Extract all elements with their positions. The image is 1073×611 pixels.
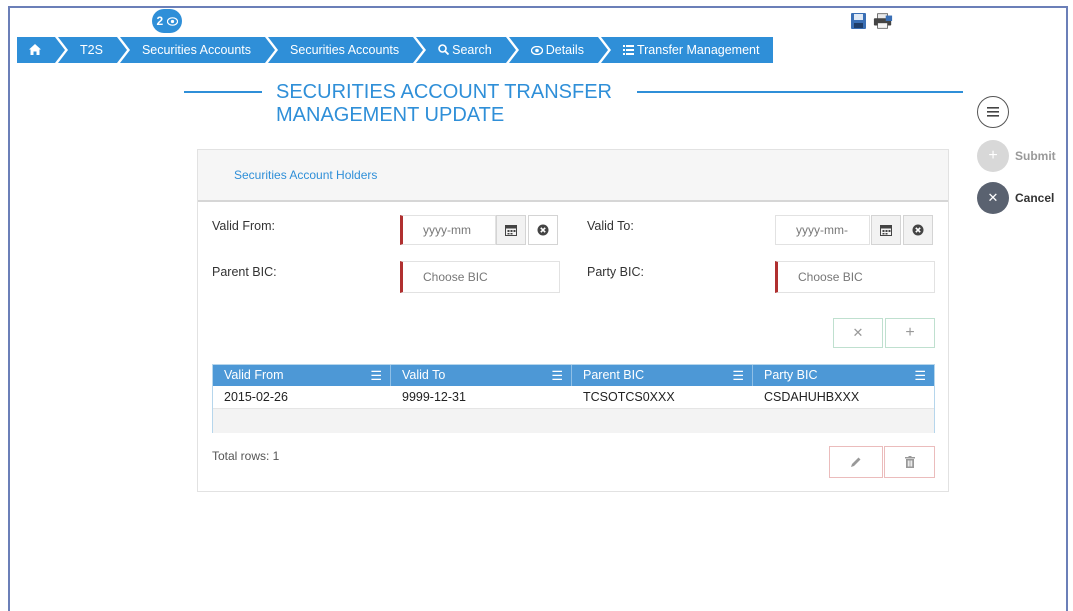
delete-row-button[interactable] (884, 446, 935, 478)
parent-bic-label: Parent BIC: (212, 265, 277, 279)
breadcrumb-securities-accounts-2[interactable]: Securities Accounts (268, 37, 424, 63)
breadcrumb-search[interactable]: Search (416, 37, 516, 63)
close-icon: ✕ (852, 325, 864, 340)
cell-valid-to: 9999-12-31 (402, 390, 466, 404)
party-bic-label: Party BIC: (587, 265, 644, 279)
clear-icon (537, 224, 549, 236)
valid-to-label: Valid To: (587, 219, 634, 233)
list-icon (622, 45, 634, 55)
pencil-icon (851, 457, 861, 467)
submit-button[interactable]: + Submit (977, 140, 1056, 172)
column-menu-icon[interactable]: ☰ (370, 365, 382, 386)
breadcrumb-t2s[interactable]: T2S (58, 37, 127, 63)
cancel-button[interactable]: ✕ Cancel (977, 182, 1054, 214)
valid-to-clear-button[interactable] (903, 215, 933, 245)
breadcrumb: T2S Securities Accounts Securities Accou… (17, 37, 776, 63)
edit-row-button[interactable] (829, 446, 883, 478)
party-bic-input[interactable]: Choose BIC (775, 261, 935, 293)
calendar-icon (880, 225, 892, 236)
close-icon: ✕ (987, 190, 999, 205)
valid-from-label: Valid From: (212, 219, 275, 233)
valid-from-calendar-button[interactable] (496, 215, 526, 245)
breadcrumb-securities-accounts-1[interactable]: Securities Accounts (119, 37, 276, 63)
breadcrumb-details[interactable]: Details (508, 37, 609, 63)
valid-from-input[interactable]: yyyy-mm (400, 215, 496, 245)
column-header-parent-bic[interactable]: Parent BIC ☰ (572, 365, 753, 386)
parent-bic-input[interactable]: Choose BIC (400, 261, 560, 293)
eye-icon (530, 45, 543, 56)
valid-from-clear-button[interactable] (528, 215, 558, 245)
title-divider-left (184, 91, 262, 93)
print-icon[interactable] (873, 12, 893, 30)
table-header: Valid From ☰ Valid To ☰ Parent BIC ☰ Party … (213, 365, 934, 386)
column-header-valid-from[interactable]: Valid From ☰ (213, 365, 391, 386)
search-icon (438, 44, 450, 56)
cell-valid-from: 2015-02-26 (224, 390, 288, 404)
cell-party-bic: CSDAHUHBXXX (764, 390, 860, 404)
column-header-valid-to[interactable]: Valid To ☰ (391, 365, 572, 386)
column-menu-icon[interactable]: ☰ (551, 365, 563, 386)
panel-title[interactable]: Securities Account Holders (234, 168, 377, 182)
calendar-icon (505, 225, 517, 236)
step-badge[interactable]: 2 (152, 9, 182, 33)
home-icon (29, 44, 41, 55)
column-menu-icon[interactable]: ☰ (732, 365, 744, 386)
save-icon[interactable] (849, 12, 869, 30)
column-header-party-bic[interactable]: Party BIC ☰ (753, 365, 934, 386)
plus-icon: + (905, 324, 915, 341)
add-row-button[interactable]: + (885, 318, 935, 348)
valid-to-calendar-button[interactable] (871, 215, 901, 245)
menu-button[interactable] (977, 96, 1009, 128)
eye-icon (166, 17, 178, 26)
column-menu-icon[interactable]: ☰ (914, 365, 926, 386)
panel-header: Securities Account Holders (198, 150, 948, 202)
breadcrumb-home[interactable] (17, 37, 65, 63)
toolbar-icons (849, 12, 893, 30)
cell-parent-bic: TCSOTCS0XXX (583, 390, 675, 404)
trash-icon (904, 456, 915, 468)
clear-icon (912, 224, 924, 236)
remove-row-button[interactable]: ✕ (833, 318, 883, 348)
title-divider-right (637, 91, 963, 93)
breadcrumb-transfer-management[interactable]: Transfer Management (600, 37, 774, 63)
table-row[interactable]: 2015-02-26 9999-12-31 TCSOTCS0XXX CSDAHU… (213, 386, 934, 409)
table-footer (213, 409, 934, 433)
page-title: SECURITIES ACCOUNT TRANSFER MANAGEMENT U… (276, 81, 612, 126)
plus-icon: + (988, 147, 998, 164)
holders-table: Valid From ☰ Valid To ☰ Parent BIC ☰ Party … (212, 364, 935, 433)
list-icon (987, 107, 999, 117)
valid-to-input[interactable]: yyyy-mm- (775, 215, 870, 245)
total-rows: Total rows: 1 (212, 449, 280, 463)
